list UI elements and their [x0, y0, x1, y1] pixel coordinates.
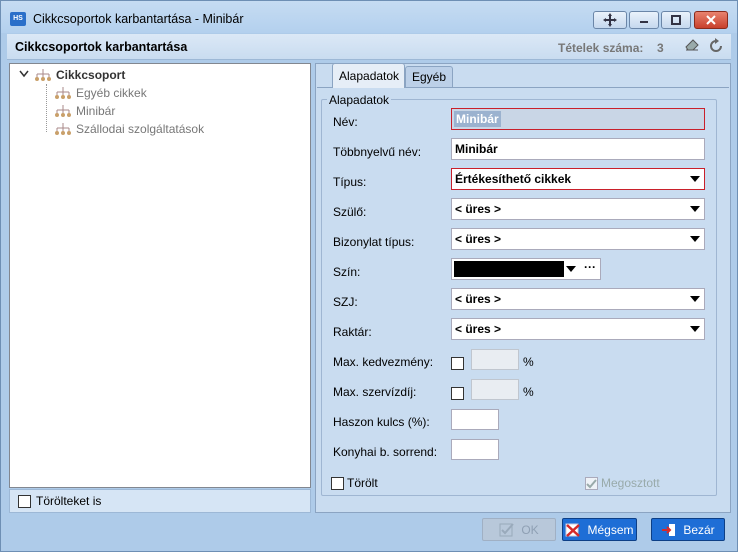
multilingual-name-label: Többnyelvű név: — [333, 145, 422, 159]
type-select[interactable]: Értékesíthető cikkek — [451, 168, 705, 190]
chevron-down-icon — [690, 326, 700, 332]
max-service-fee-input[interactable] — [471, 379, 519, 400]
color-swatch — [454, 261, 564, 277]
tree-node-icon — [34, 68, 51, 82]
cancel-label: Mégsem — [587, 522, 634, 537]
exit-icon — [661, 523, 677, 537]
shared-checkbox[interactable] — [585, 477, 598, 490]
shared-label: Megosztott — [601, 476, 660, 490]
multilingual-name-value: Minibár — [455, 142, 498, 156]
show-deleted-checkbox[interactable] — [18, 495, 31, 508]
max-discount-unit: % — [523, 355, 534, 369]
name-value: Minibár — [454, 111, 501, 127]
tree-root-label: Cikkcsoport — [56, 68, 126, 82]
max-discount-checkbox[interactable] — [451, 357, 464, 370]
tree-node-icon — [54, 86, 71, 100]
tree-item[interactable]: Szállodai szolgáltatások — [54, 122, 204, 136]
parent-select[interactable]: < üres > — [451, 198, 705, 220]
color-label: Szín: — [333, 265, 361, 279]
warehouse-select[interactable]: < üres > — [451, 318, 705, 340]
maximize-button[interactable] — [661, 11, 691, 29]
document-type-select[interactable]: < üres > — [451, 228, 705, 250]
app-icon: HS — [10, 12, 26, 26]
title-bar[interactable]: HS Cikkcsoportok karbantartása - Minibár — [1, 1, 737, 33]
close-button[interactable] — [694, 11, 728, 29]
multilingual-name-input[interactable]: Minibár — [451, 138, 705, 160]
tree-item-label: Egyéb cikkek — [76, 86, 147, 100]
max-discount-input[interactable] — [471, 349, 519, 370]
item-count-label: Tételek száma: — [558, 41, 644, 55]
chevron-down-icon[interactable] — [566, 266, 576, 272]
max-service-fee-label: Max. szervízdíj: — [333, 385, 417, 399]
close-dialog-button[interactable]: Bezár — [651, 518, 725, 541]
tab-egyeb[interactable]: Egyéb — [405, 66, 453, 87]
deleted-filter-bar: Törölteket is — [9, 489, 311, 513]
warehouse-value: < üres > — [455, 322, 502, 336]
move-button[interactable] — [593, 11, 627, 29]
window-title: Cikkcsoportok karbantartása - Minibár — [33, 12, 244, 26]
warehouse-label: Raktár: — [333, 325, 372, 339]
tree-item-label: Minibár — [76, 104, 116, 118]
ok-label: OK — [521, 522, 539, 537]
form-group-title: Alapadatok — [327, 93, 392, 107]
chevron-down-icon — [690, 296, 700, 302]
minimize-icon — [640, 21, 648, 23]
szj-label: SZJ: — [333, 295, 358, 309]
module-header: Cikkcsoportok karbantartása Tételek szám… — [7, 34, 731, 60]
deleted-label: Törölt — [347, 476, 378, 490]
max-service-fee-checkbox[interactable] — [451, 387, 464, 400]
tree-item-label: Szállodai szolgáltatások — [76, 122, 205, 136]
szj-select[interactable]: < üres > — [451, 288, 705, 310]
chevron-down-icon[interactable] — [19, 70, 29, 81]
kitchen-order-label: Konyhai b. sorrend: — [333, 445, 438, 459]
minimize-button[interactable] — [629, 11, 659, 29]
cancel-button[interactable]: Mégsem — [562, 518, 637, 541]
margin-label: Haszon kulcs (%): — [333, 415, 430, 429]
category-tree[interactable]: Cikkcsoport Egyéb cikkek Minibár Szállod… — [9, 63, 311, 488]
dialog-window: HS Cikkcsoportok karbantartása - Minibár… — [0, 0, 738, 552]
item-count-value: 3 — [657, 41, 664, 55]
more-icon[interactable]: ··· — [584, 260, 596, 274]
cancel-icon — [565, 523, 581, 537]
max-service-fee-unit: % — [523, 385, 534, 399]
tree-item[interactable]: Minibár — [54, 104, 115, 118]
maximize-icon — [671, 15, 681, 25]
chevron-down-icon — [690, 206, 700, 212]
move-icon — [603, 13, 617, 27]
ok-button[interactable]: OK — [482, 518, 556, 541]
tree-node-icon — [54, 104, 71, 118]
parent-label: Szülő: — [333, 205, 367, 219]
tree-item[interactable]: Egyéb cikkek — [54, 86, 147, 100]
show-deleted-label: Törölteket is — [36, 494, 102, 508]
type-label: Típus: — [333, 175, 367, 189]
parent-value: < üres > — [455, 202, 502, 216]
checkmark-icon — [499, 522, 515, 537]
refresh-icon[interactable] — [707, 38, 725, 54]
document-type-label: Bizonylat típus: — [333, 235, 415, 249]
tab-alapadatok[interactable]: Alapadatok — [332, 63, 405, 88]
deleted-checkbox[interactable] — [331, 477, 344, 490]
chevron-down-icon — [690, 236, 700, 242]
szj-value: < üres > — [455, 292, 502, 306]
tree-node-icon — [54, 122, 71, 136]
tree-root-node[interactable]: Cikkcsoport — [34, 68, 125, 82]
close-icon — [706, 15, 716, 25]
close-label: Bezár — [683, 522, 715, 537]
margin-input[interactable] — [451, 409, 499, 430]
kitchen-order-input[interactable] — [451, 439, 499, 460]
eraser-icon[interactable] — [683, 38, 701, 54]
chevron-down-icon — [690, 176, 700, 182]
type-value: Értékesíthető cikkek — [455, 172, 572, 186]
name-input[interactable]: Minibár — [451, 108, 705, 130]
checkmark-icon — [586, 479, 597, 489]
document-type-value: < üres > — [455, 232, 502, 246]
max-discount-label: Max. kedvezmény: — [333, 355, 434, 369]
module-title: Cikkcsoportok karbantartása — [15, 40, 188, 54]
name-label: Név: — [333, 115, 358, 129]
